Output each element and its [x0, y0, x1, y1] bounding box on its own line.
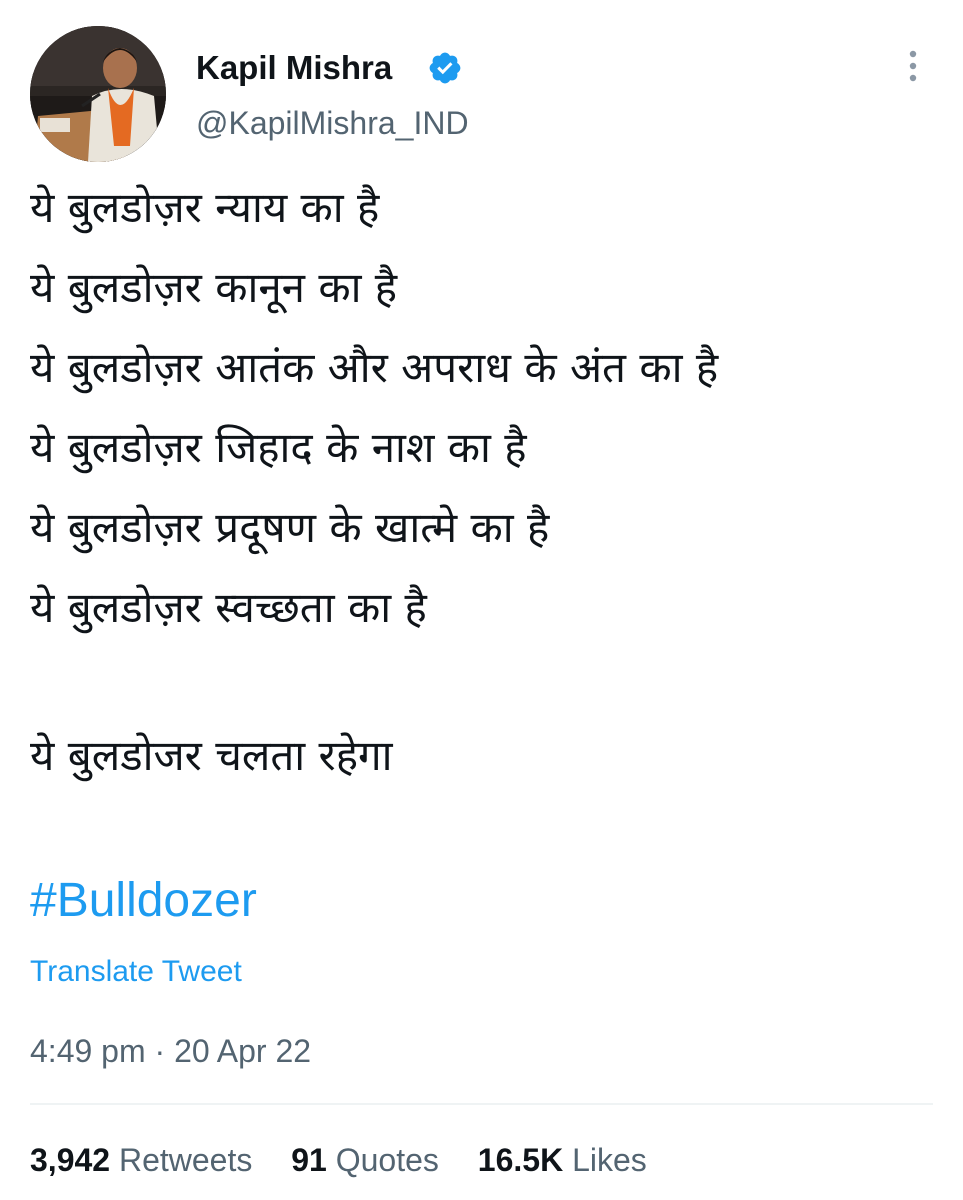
tweet-line: ये बुलडोज़र कानून का है [30, 263, 398, 312]
tweet-text: ये बुलडोज़र न्याय का है ये बुलडोज़र कानू… [30, 176, 940, 804]
retweets-stat[interactable]: 3,942 Retweets [30, 1142, 252, 1178]
timestamp-separator: · [154, 1033, 166, 1069]
retweets-label: Retweets [118, 1142, 253, 1178]
author-name[interactable]: Kapil Mishra [196, 48, 392, 88]
hashtag-link[interactable]: #Bulldozer [30, 872, 257, 930]
likes-label: Likes [572, 1142, 647, 1178]
tweet-line: ये बुलडोजर चलता रहेगा [30, 731, 393, 780]
likes-count: 16.5K [477, 1142, 564, 1178]
tweet-line: ये बुलडोज़र स्वच्छता का है [30, 583, 427, 632]
verified-badge-icon [429, 52, 461, 84]
divider [30, 1103, 933, 1105]
likes-stat[interactable]: 16.5K Likes [478, 1142, 647, 1178]
tweet-date[interactable]: 20 Apr 22 [174, 1033, 311, 1069]
tweet-line: ये बुलडोज़र न्याय का है [30, 183, 380, 232]
quotes-count: 91 [291, 1142, 327, 1178]
quotes-label: Quotes [335, 1142, 439, 1178]
quotes-stat[interactable]: 91 Quotes [291, 1142, 439, 1178]
retweets-count: 3,942 [30, 1142, 111, 1178]
tweet-time[interactable]: 4:49 pm [30, 1033, 146, 1069]
avatar[interactable] [30, 26, 166, 162]
more-vertical-icon[interactable] [896, 46, 930, 86]
tweet-timestamp[interactable]: 4:49 pm · 20 Apr 22 [30, 1030, 311, 1072]
tweet-line: ये बुलडोज़र प्रदूषण के खात्मे का है [30, 503, 550, 552]
author-handle[interactable]: @KapilMishra_IND [196, 103, 469, 143]
translate-tweet-link[interactable]: Translate Tweet [30, 952, 242, 992]
tweet-line: ये बुलडोज़र जिहाद के नाश का है [30, 423, 527, 472]
tweet-stats: 3,942 Retweets 91 Quotes 16.5K Likes [30, 1138, 677, 1182]
tweet-line: ये बुलडोज़र आतंक और अपराध के अंत का है [30, 343, 719, 392]
tweet: Kapil Mishra @KapilMishra_IND ये बुलडोज़… [0, 0, 963, 1200]
